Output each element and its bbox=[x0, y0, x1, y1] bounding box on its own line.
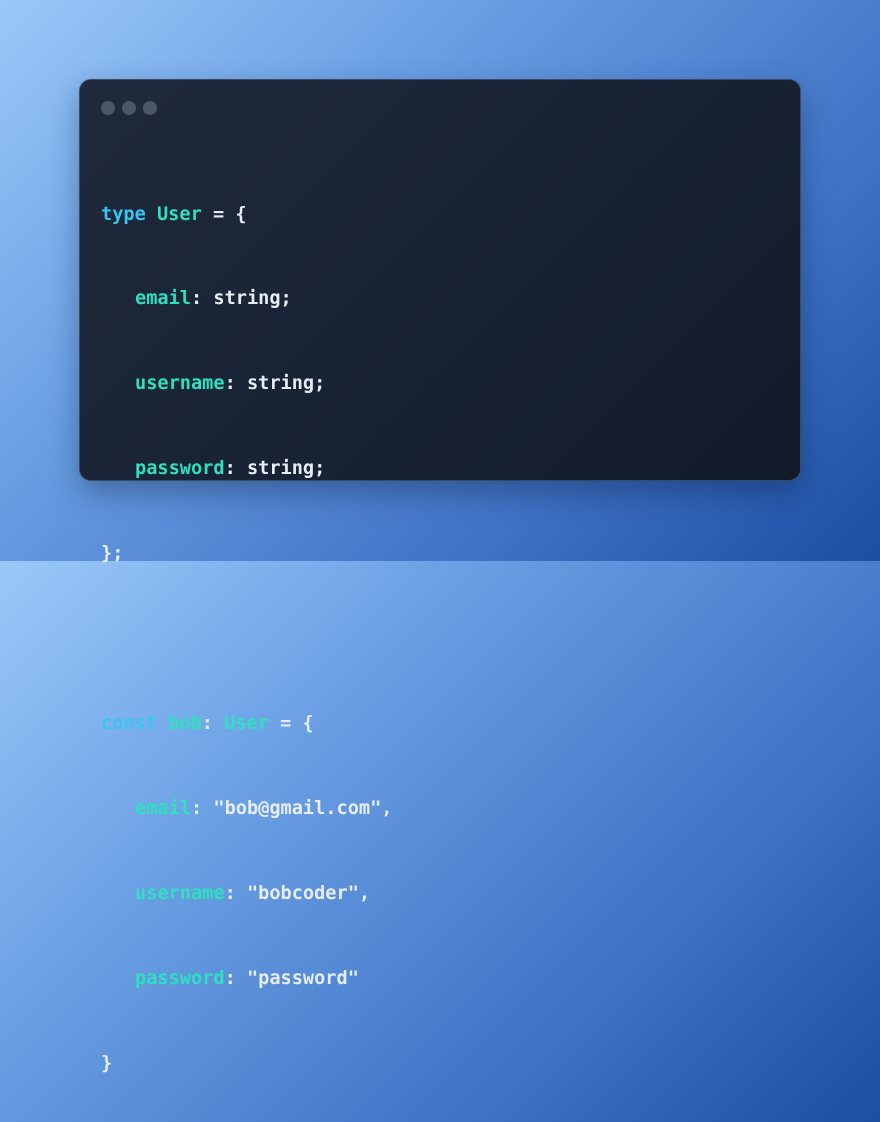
maximize-dot-icon[interactable] bbox=[143, 101, 157, 115]
type-name-token: User bbox=[156, 203, 202, 225]
minimize-dot-icon[interactable] bbox=[122, 101, 136, 115]
property-token: username bbox=[135, 373, 225, 395]
code-line: password: string; bbox=[101, 455, 392, 483]
code-line: username: "bobcoder", bbox=[101, 880, 392, 908]
punct-token: } bbox=[101, 1052, 113, 1074]
code-line: email: string; bbox=[101, 285, 392, 313]
value-token: : "password" bbox=[224, 967, 359, 989]
property-token: email bbox=[135, 797, 191, 819]
property-token: password bbox=[135, 458, 225, 480]
code-line: type User = { bbox=[101, 201, 392, 229]
punct-token: }; bbox=[101, 543, 124, 565]
code-line: } bbox=[101, 1050, 392, 1078]
punct-token: : bbox=[201, 712, 225, 734]
code-block: type User = { email: string; username: s… bbox=[101, 144, 392, 1122]
code-line: password: "password" bbox=[101, 965, 392, 993]
property-token: password bbox=[135, 967, 225, 989]
type-name-token: User bbox=[224, 712, 269, 734]
code-line: username: string; bbox=[101, 370, 392, 398]
punct-token: = { bbox=[268, 712, 314, 734]
value-token: : "bob@gmail.com", bbox=[190, 797, 393, 819]
code-line: email: "bob@gmail.com", bbox=[101, 795, 392, 823]
property-token: username bbox=[135, 882, 225, 904]
code-window: type User = { email: string; username: s… bbox=[79, 79, 801, 1074]
code-line: }; bbox=[101, 540, 392, 568]
window-controls bbox=[101, 101, 157, 115]
close-dot-icon[interactable] bbox=[101, 101, 115, 115]
value-token: : "bobcoder", bbox=[224, 882, 371, 904]
value-token: : string; bbox=[224, 458, 326, 480]
value-token: : string; bbox=[224, 373, 326, 395]
code-line: const bob: User = { bbox=[101, 710, 392, 738]
identifier-token: bob bbox=[168, 712, 202, 734]
keyword-token: type bbox=[101, 203, 146, 225]
keyword-token: const bbox=[101, 712, 157, 734]
value-token: : string; bbox=[190, 288, 292, 310]
property-token: email bbox=[135, 288, 191, 310]
punct-token: = { bbox=[201, 203, 247, 225]
